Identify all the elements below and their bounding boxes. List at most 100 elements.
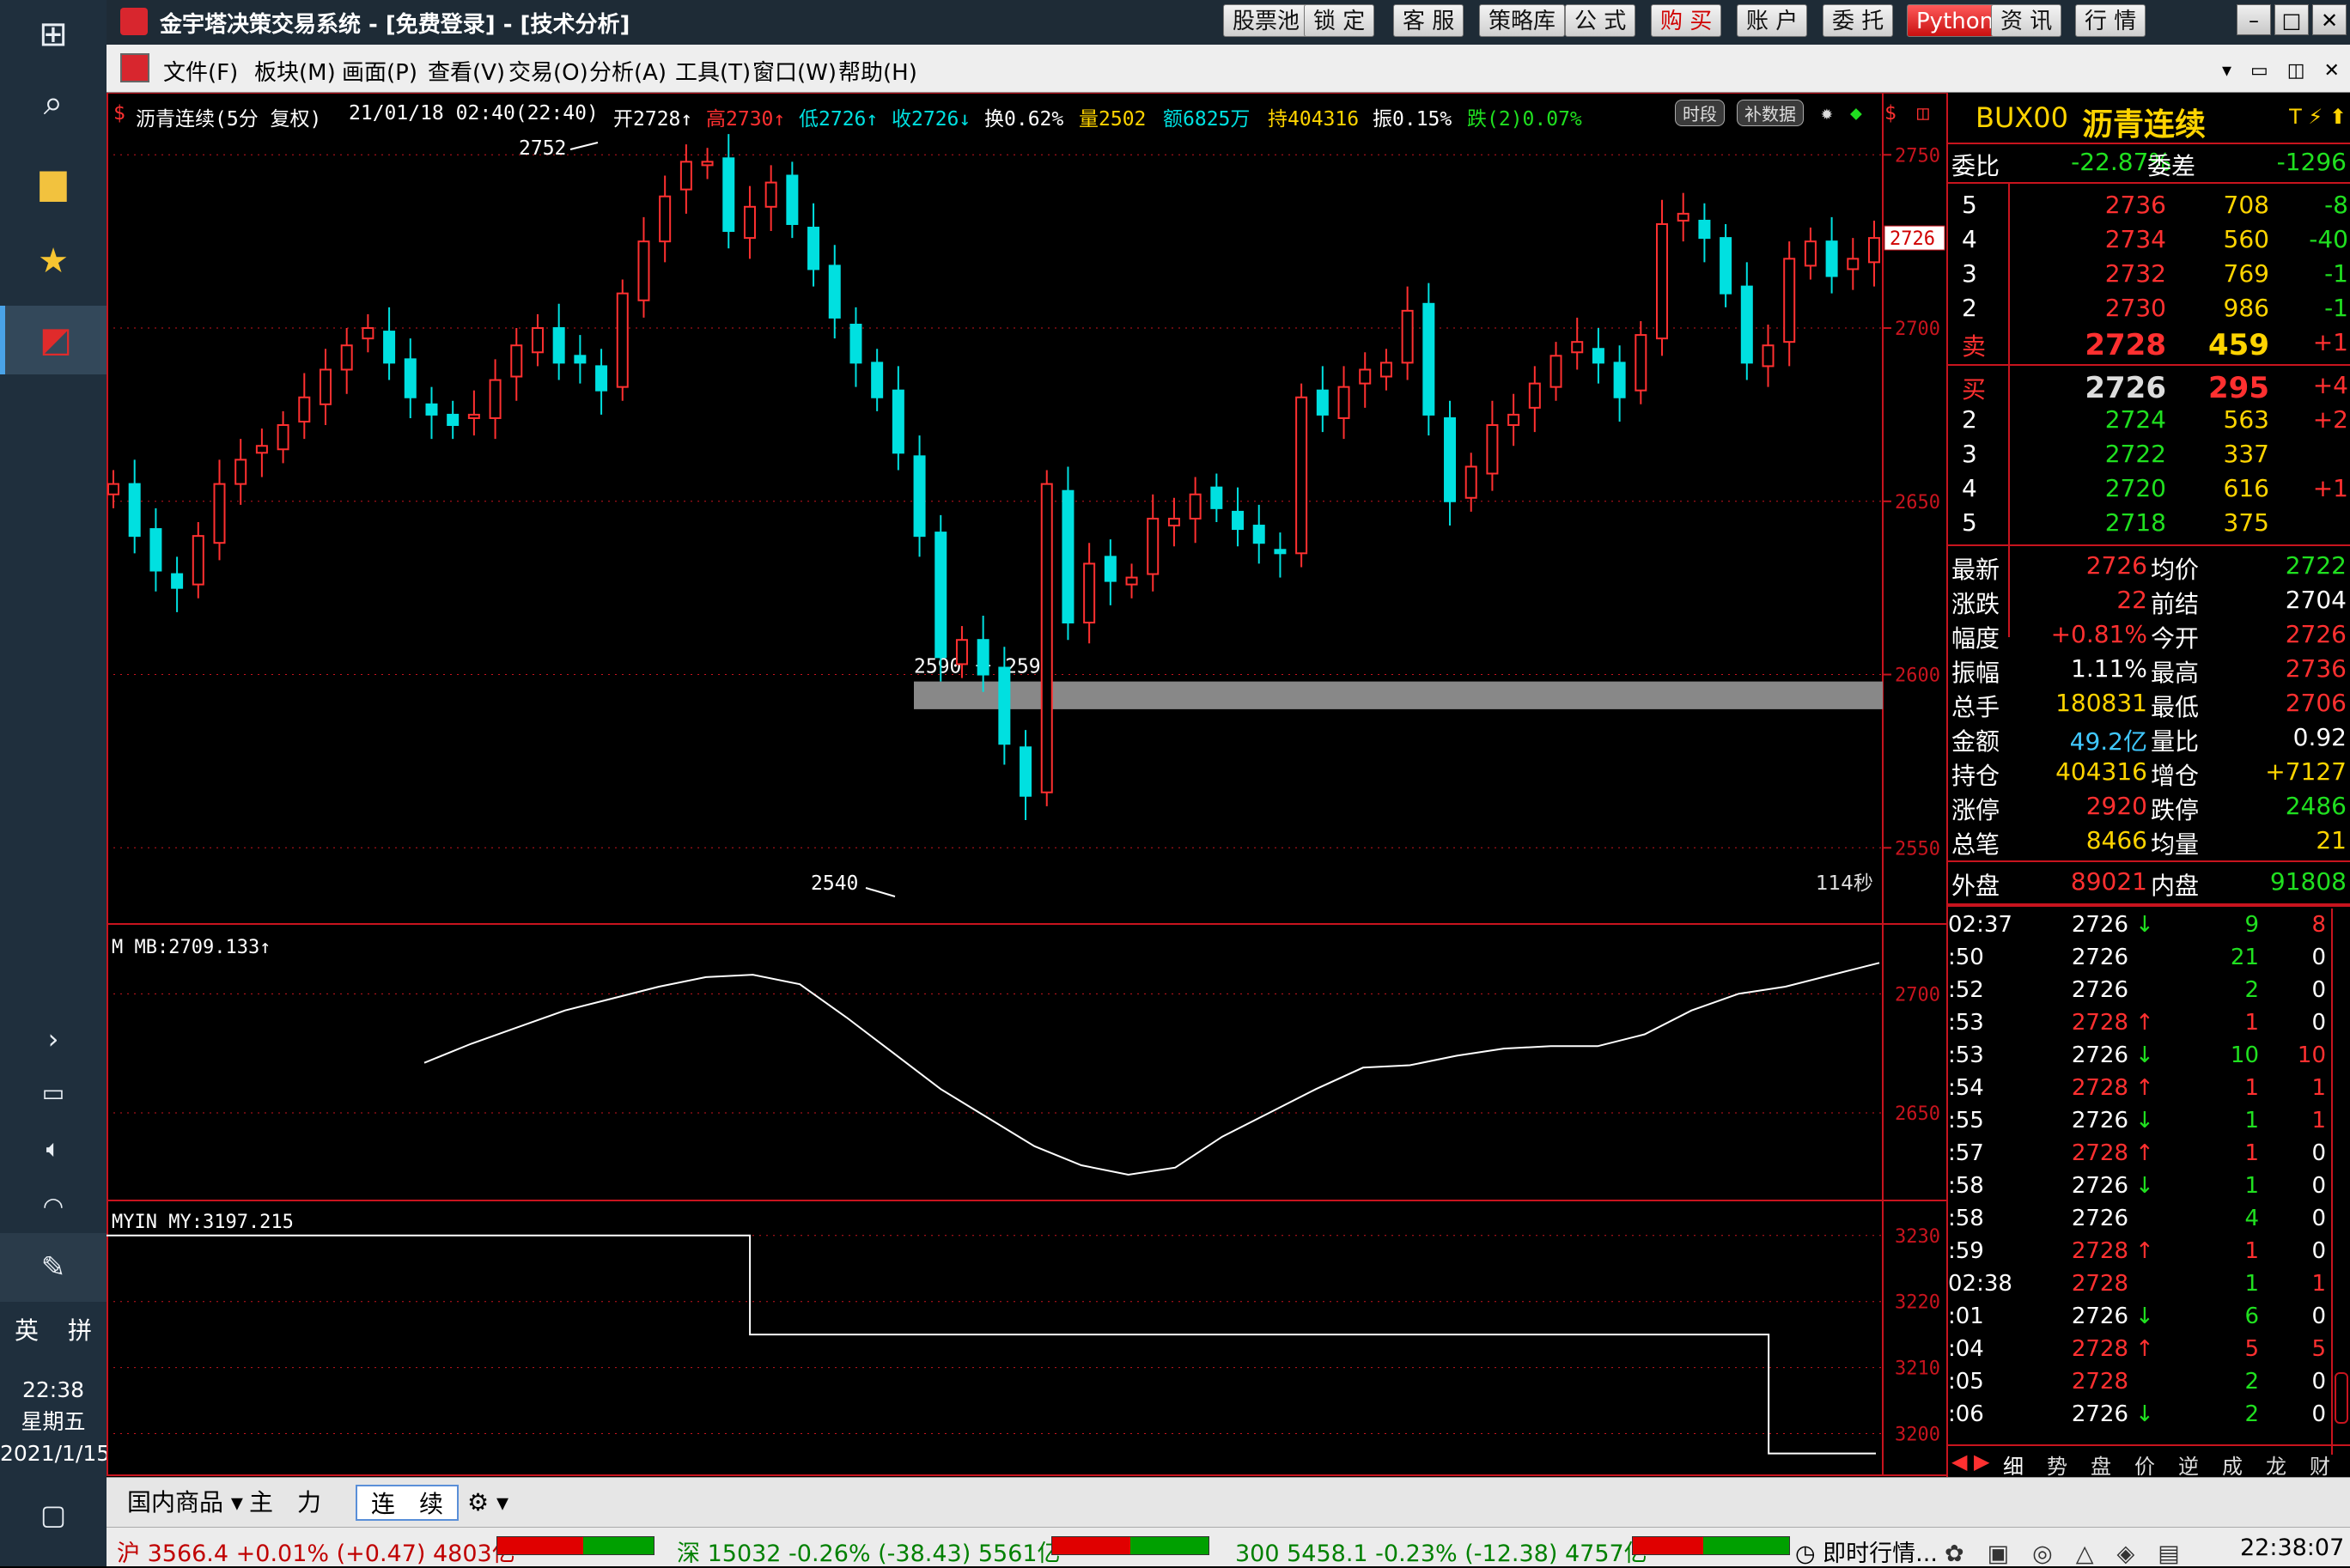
notification-icon[interactable]: ▢ [0,1480,107,1549]
windows-start-icon[interactable]: ⊞ [0,0,107,69]
menu-item-6[interactable]: 工具(T) [675,55,751,87]
panel-toggle-icon[interactable]: ◫ [1917,102,1929,125]
settings-icon[interactable]: ✹ [1821,102,1833,125]
mb-series-line[interactable] [423,962,1880,1176]
candle-8[interactable] [277,410,289,464]
candle-5[interactable] [213,459,226,561]
candle-67[interactable] [1528,366,1541,433]
candle-11[interactable] [340,328,353,394]
minimize-button[interactable]: – [2237,4,2271,35]
quote-tab-3[interactable]: 价 [2134,1449,2155,1480]
candle-37[interactable] [892,366,904,471]
support-zone[interactable] [914,681,1883,709]
candle-56[interactable] [1295,383,1308,568]
candle-82[interactable] [1847,238,1860,290]
candle-17[interactable] [467,390,480,436]
toolbar-button-3[interactable]: 策略库 [1479,4,1566,37]
quote-tab-4[interactable]: 逆 [2178,1449,2199,1480]
candle-41[interactable] [977,615,989,692]
candle-18[interactable] [489,359,502,440]
status-tool-icons[interactable]: ✿ ▣ ◎ △ ◈ ▤ [1945,1535,2180,1568]
candle-57[interactable] [1316,366,1329,433]
menu-item-4[interactable]: 交易(O) [508,55,588,87]
candle-12[interactable] [362,313,374,353]
candle-25[interactable] [637,216,650,318]
candle-7[interactable] [255,428,268,477]
quote-tab-2[interactable]: 盘 [2091,1449,2111,1480]
diamond-icon[interactable]: ◆ [1850,102,1862,125]
candle-10[interactable] [319,349,332,426]
bottom-tab-3[interactable]: ⚙ ▾ [454,1485,522,1521]
menu-item-7[interactable]: 窗口(W) [752,55,837,87]
candle-66[interactable] [1507,393,1520,447]
candle-70[interactable] [1592,328,1604,384]
candle-36[interactable] [871,349,884,411]
candle-3[interactable] [171,556,184,612]
candle-51[interactable] [1189,477,1202,544]
pen-icon[interactable]: ✎ [0,1233,107,1302]
candle-48[interactable] [1125,563,1138,599]
menu-item-2[interactable]: 画面(P) [342,55,417,87]
bottom-tab-1[interactable]: 主 力 [235,1485,335,1521]
candle-35[interactable] [849,307,862,387]
candle-16[interactable] [447,400,460,440]
candle-33[interactable] [807,203,820,287]
tab-prev-icon[interactable]: ◀ [1951,1449,1967,1474]
candle-52[interactable] [1210,473,1223,522]
candle-19[interactable] [510,328,523,401]
candle-69[interactable] [1571,317,1584,370]
chart-area[interactable]: 255026002650270027502590 － 2598275225401… [107,93,1948,1477]
quote-tab-5[interactable]: 成 [2222,1449,2243,1480]
toolbar-button-5[interactable]: 购 买 [1651,4,1722,37]
search-icon[interactable]: ⌕ [0,69,107,137]
candle-79[interactable] [1783,241,1796,367]
toolbar-button-4[interactable]: 公 式 [1565,4,1636,37]
candle-45[interactable] [1062,466,1075,641]
csi300-index[interactable]: 300 5458.1 -0.23% (-12.38) 4757亿 [1235,1535,1647,1568]
candle-27[interactable] [679,144,692,214]
close-button[interactable]: ✕ [2312,4,2347,35]
tick-scrollbar-thumb[interactable] [2335,1372,2348,1424]
candle-2[interactable] [149,507,162,592]
candle-63[interactable] [1444,400,1457,526]
lang-english[interactable]: 英 [15,1312,39,1346]
toolbar-button-1[interactable]: 锁 定 [1304,4,1375,37]
candle-49[interactable] [1147,494,1160,592]
shenzhen-index[interactable]: 深 15032 -0.26% (-38.43) 5561亿 [677,1535,1061,1568]
my-series-step[interactable] [107,1234,1876,1455]
candle-54[interactable] [1252,504,1265,564]
candle-4[interactable] [192,522,204,599]
candle-23[interactable] [595,349,608,415]
candle-28[interactable] [701,148,714,179]
star-app-icon[interactable]: ★ [0,227,107,295]
fill-data-button[interactable]: 补数据 [1737,100,1804,126]
file-explorer-icon[interactable]: ▆ [0,148,107,216]
menu-item-8[interactable]: 帮助(H) [838,55,917,87]
candle-24[interactable] [616,279,629,401]
period-button[interactable]: 时段 [1675,100,1725,126]
clock[interactable]: 22:38 星期五 2021/1/15 [0,1374,110,1469]
lang-pinyin[interactable]: 拼 [68,1312,92,1346]
quote-tab-6[interactable]: 龙 [2266,1449,2286,1480]
candle-80[interactable] [1804,228,1817,280]
candle-81[interactable] [1825,216,1838,294]
mdi-window-controls[interactable]: ▾ ▭ ◫ ✕ [2222,55,2340,82]
candle-39[interactable] [935,514,947,682]
candle-26[interactable] [659,175,672,263]
candle-76[interactable] [1720,223,1732,307]
candle-14[interactable] [404,338,417,418]
candle-71[interactable] [1613,345,1626,422]
trading-app-icon[interactable]: ◩ [0,306,107,374]
toolbar-button-6[interactable]: 账 户 [1737,4,1808,37]
input-language[interactable]: 英拼 [0,1312,107,1346]
toolbar-button-0[interactable]: 股票池 [1223,4,1310,37]
currency-icon[interactable]: $ [1884,102,1896,125]
toolbar-button-9[interactable]: 资 讯 [1991,4,2062,37]
candle-74[interactable] [1677,192,1689,242]
candle-34[interactable] [828,245,841,339]
candle-50[interactable] [1167,497,1180,547]
candle-75[interactable] [1698,203,1711,263]
candle-13[interactable] [383,307,396,380]
candle-64[interactable] [1464,453,1477,512]
candle-22[interactable] [574,335,587,384]
